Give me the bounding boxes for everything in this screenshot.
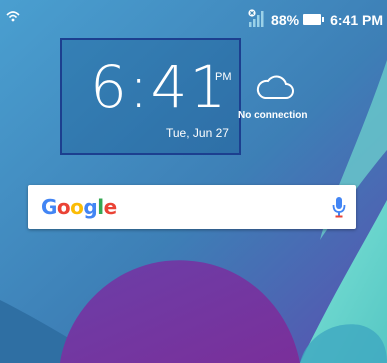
status-bar: 88% 6:41 PM: [0, 0, 387, 34]
google-logo-letter: o: [56, 195, 71, 219]
signal-no-connection-icon: [247, 8, 267, 31]
google-logo-letter: g: [83, 195, 98, 219]
clock-widget[interactable]: 6:41 PM Tue, Jun 27: [60, 38, 241, 155]
clock-time: 6:41: [90, 53, 229, 121]
google-search-bar[interactable]: Google: [28, 185, 356, 229]
clock-ampm: PM: [215, 71, 232, 83]
battery-percent: 88%: [271, 11, 300, 28]
cloud-icon: [255, 72, 295, 107]
status-time: 6:41 PM: [330, 11, 383, 28]
weather-widget[interactable]: No connection: [238, 70, 310, 122]
google-logo-letter: o: [70, 195, 84, 219]
google-logo-letter: e: [103, 195, 118, 219]
weather-status: No connection: [238, 110, 308, 121]
google-logo: Google: [41, 195, 117, 219]
wifi-calling-icon: [6, 9, 20, 25]
clock-date: Tue, Jun 27: [166, 126, 229, 140]
mic-icon[interactable]: [332, 196, 346, 218]
google-logo-letter: G: [41, 195, 57, 219]
battery-icon: [303, 14, 325, 25]
